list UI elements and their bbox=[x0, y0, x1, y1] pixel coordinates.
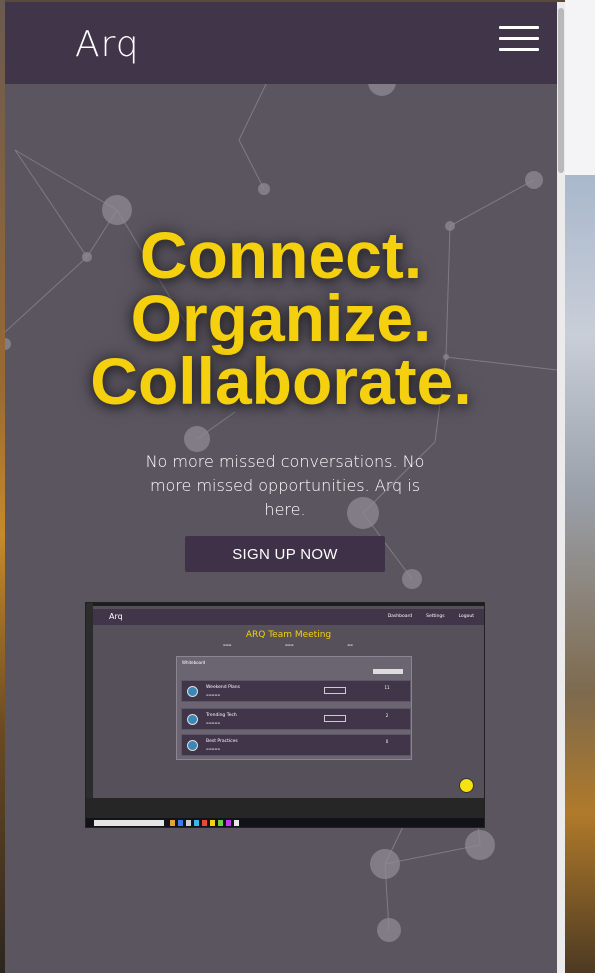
preview-row-count: 0 bbox=[385, 739, 389, 744]
preview-row-name: Best Practices bbox=[206, 739, 238, 744]
app-preview-screenshot: Arq Dashboard Settings Logout ARQ Team M… bbox=[85, 602, 485, 828]
preview-panel-button bbox=[373, 669, 403, 674]
site-header: Arq bbox=[5, 2, 557, 84]
preview-row: Trending Tech ▬▬▬▬▬ 2 bbox=[181, 708, 411, 730]
preview-row: Best Practices ▬▬▬▬▬ 0 bbox=[181, 734, 411, 756]
preview-nav-links: Dashboard Settings Logout bbox=[388, 614, 474, 619]
preview-meeting-title: ARQ Team Meeting bbox=[245, 630, 332, 640]
avatar bbox=[187, 714, 198, 725]
hero-headline: Connect. Organize. Collaborate. bbox=[5, 218, 557, 418]
hero-line-connect: Connect. bbox=[139, 218, 423, 292]
page-scrollbar[interactable] bbox=[557, 2, 565, 973]
hero-line-organize: Organize. bbox=[130, 281, 432, 355]
preview-nav-logout: Logout bbox=[458, 614, 474, 619]
preview-add-button bbox=[459, 778, 474, 793]
preview-logo: Arq bbox=[109, 612, 123, 621]
preview-taskbar-icons bbox=[170, 820, 239, 826]
preview-app-area: Arq Dashboard Settings Logout ARQ Team M… bbox=[93, 606, 484, 798]
preview-taskbar bbox=[86, 818, 484, 827]
desktop-background-right bbox=[565, 175, 595, 973]
hero-tagline: No more missed conversations. No more mi… bbox=[145, 452, 425, 519]
preview-taskbar-search bbox=[94, 820, 164, 826]
preview-whiteboard-panel: Whiteboard Weekend Plans ▬▬▬▬▬ 11 Trendi… bbox=[176, 656, 412, 760]
preview-side-toolbar bbox=[86, 603, 93, 798]
desktop-window-edge bbox=[565, 0, 595, 175]
preview-nav-settings: Settings bbox=[426, 614, 445, 619]
preview-devtools bbox=[86, 798, 484, 818]
preview-row-box bbox=[324, 715, 346, 722]
preview-nav-dashboard: Dashboard bbox=[387, 614, 413, 619]
preview-row-name: Weekend Plans bbox=[206, 685, 240, 690]
avatar bbox=[187, 740, 198, 751]
hero-line-collaborate: Collaborate. bbox=[90, 344, 472, 418]
preview-row-sub: ▬▬▬▬▬ bbox=[206, 747, 221, 751]
preview-row-box bbox=[324, 687, 346, 694]
preview-row: Weekend Plans ▬▬▬▬▬ 11 bbox=[181, 680, 411, 702]
preview-nav: Arq Dashboard Settings Logout bbox=[93, 609, 484, 625]
avatar bbox=[187, 686, 198, 697]
arq-logo[interactable]: Arq bbox=[75, 24, 140, 65]
browser-window: Arq Connect. Organize. Collaborate. No m… bbox=[5, 2, 565, 973]
preview-tabs: ▬▬▬ ▬▬▬ ▬▬ bbox=[223, 643, 353, 647]
preview-row-count: 11 bbox=[384, 685, 390, 690]
preview-row-name: Trending Tech bbox=[206, 713, 237, 718]
preview-panel-title: Whiteboard bbox=[182, 660, 206, 665]
preview-row-sub: ▬▬▬▬▬ bbox=[206, 693, 221, 697]
scrollbar-thumb[interactable] bbox=[558, 8, 564, 173]
sign-up-button[interactable]: SIGN UP NOW bbox=[185, 536, 385, 572]
hamburger-menu-icon[interactable] bbox=[499, 26, 539, 54]
preview-row-count: 2 bbox=[385, 713, 389, 718]
preview-row-sub: ▬▬▬▬▬ bbox=[206, 721, 221, 725]
